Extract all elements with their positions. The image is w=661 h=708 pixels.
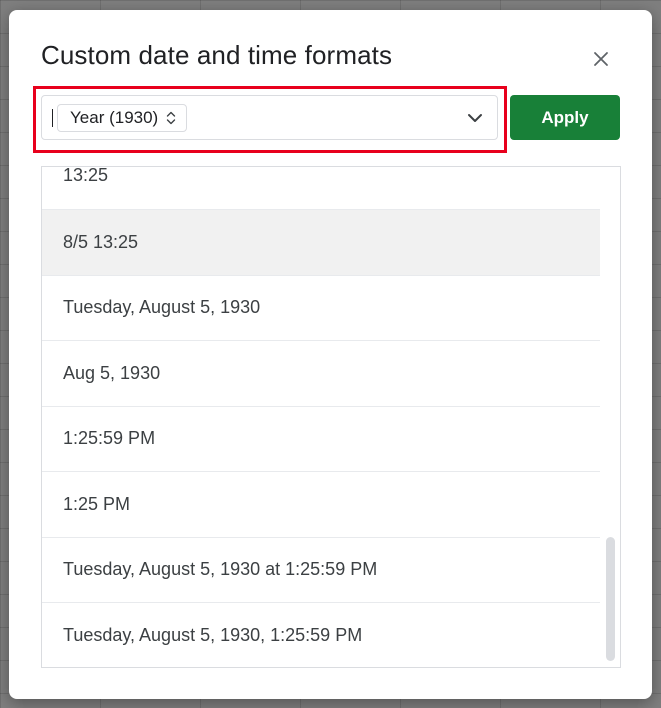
format-list[interactable]: 13:25 8/5 13:25 Tuesday, August 5, 1930 … xyxy=(41,166,621,668)
list-item[interactable]: Tuesday, August 5, 1930, 1:25:59 PM xyxy=(42,603,600,667)
list-item[interactable]: 1:25 PM xyxy=(42,472,600,538)
close-icon xyxy=(594,52,608,66)
dialog-title: Custom date and time formats xyxy=(41,40,393,70)
format-input-field[interactable]: Year (1930) xyxy=(41,95,498,140)
format-label: Tuesday, August 5, 1930 xyxy=(63,297,261,318)
format-list-items: 13:25 8/5 13:25 Tuesday, August 5, 1930 … xyxy=(42,167,600,667)
format-label: 1:25 PM xyxy=(63,493,131,514)
chevron-down-icon xyxy=(468,114,482,122)
list-item[interactable]: Aug 5, 1930 xyxy=(42,341,600,407)
format-label: 1:25:59 PM xyxy=(63,428,156,449)
format-label: Tuesday, August 5, 1930 at 1:25:59 PM xyxy=(63,559,378,580)
close-button[interactable] xyxy=(585,43,617,75)
format-dropdown-button[interactable] xyxy=(465,108,485,128)
format-chip-label: Year (1930) xyxy=(70,108,159,127)
list-item[interactable]: Tuesday, August 5, 1930 at 1:25:59 PM xyxy=(42,538,600,603)
custom-date-time-dialog: Custom date and time formats Year (1930)… xyxy=(9,10,652,699)
list-item[interactable]: 13:25 xyxy=(42,167,600,210)
up-down-arrows-icon xyxy=(166,111,176,125)
list-item[interactable]: Tuesday, August 5, 1930 xyxy=(42,276,600,341)
list-item[interactable]: 8/5 13:25 xyxy=(42,210,600,276)
apply-button[interactable]: Apply xyxy=(510,95,620,140)
format-label: 13:25 xyxy=(63,166,109,185)
format-chip-year[interactable]: Year (1930) xyxy=(57,104,188,132)
format-label: Tuesday, August 5, 1930, 1:25:59 PM xyxy=(63,625,363,646)
text-caret xyxy=(52,109,53,127)
list-scrollbar[interactable] xyxy=(606,537,615,661)
format-label: 8/5 13:25 xyxy=(63,231,139,252)
format-label: Aug 5, 1930 xyxy=(63,362,161,383)
list-item[interactable]: 1:25:59 PM xyxy=(42,407,600,472)
